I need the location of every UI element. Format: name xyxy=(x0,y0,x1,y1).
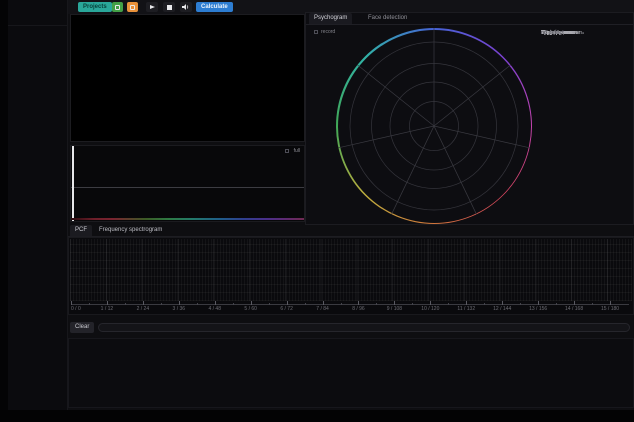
axis-tick-minor xyxy=(125,303,126,305)
axis-tick-label: 10 / 120 xyxy=(421,306,439,312)
axis-tick-label: 6 / 72 xyxy=(280,306,293,312)
playhead-cursor[interactable] xyxy=(72,146,74,221)
axis-tick xyxy=(394,301,395,305)
axis-tick xyxy=(502,301,503,305)
tab-psychogram[interactable]: Psychogram xyxy=(309,13,352,24)
volume-button[interactable] xyxy=(180,2,192,12)
axis-tick xyxy=(107,301,108,305)
spectrogram-panel: 0 / 0 1 / 12 2 / 24 3 / 36 4 / 48 5 / 60 6 / 7… xyxy=(68,237,634,315)
full-checkbox-label: full xyxy=(294,148,300,154)
stop-icon xyxy=(167,5,172,10)
spectrogram-tabs: PCF Frequency spectrogram xyxy=(68,225,634,237)
sidebar-divider xyxy=(8,25,67,26)
calculate-button[interactable]: Calculate xyxy=(196,2,233,12)
orange-tool-button[interactable] xyxy=(127,2,138,12)
axis-tick-label: 14 / 168 xyxy=(565,306,583,312)
axis-tick-label: 1 / 12 xyxy=(101,306,114,312)
axis-tick-label: 15 / 180 xyxy=(601,306,619,312)
axis-tick-label: 9 / 108 xyxy=(387,306,402,312)
waveform-panel[interactable]: full xyxy=(70,145,305,222)
axis-tick-minor xyxy=(233,303,234,305)
full-checkbox[interactable] xyxy=(285,149,289,153)
left-sidebar xyxy=(8,0,68,410)
axis-tick-minor xyxy=(376,303,377,305)
axis-tick-label: 12 / 144 xyxy=(493,306,511,312)
volume-icon xyxy=(182,4,190,10)
projects-button[interactable]: Projects xyxy=(78,2,112,12)
emotion-value: no detect xyxy=(541,30,564,37)
axis-tick-label: 7 / 84 xyxy=(316,306,329,312)
axis-tick-label: 4 / 48 xyxy=(208,306,221,312)
axis-tick-minor xyxy=(412,303,413,305)
waveform-color-strip xyxy=(71,218,304,221)
tab-underline xyxy=(306,24,633,25)
axis-tick xyxy=(287,301,288,305)
clear-section: Clear xyxy=(68,322,634,334)
play-icon xyxy=(150,5,155,9)
axis-tick-label: 0 / 0 xyxy=(71,306,81,312)
axis-tick-minor xyxy=(305,303,306,305)
record-checkbox-label: record xyxy=(321,29,335,35)
clear-button[interactable]: Clear xyxy=(70,322,94,333)
ruler-line xyxy=(71,304,629,305)
axis-tick-label: 13 / 156 xyxy=(529,306,547,312)
lower-empty-panel xyxy=(68,338,634,408)
axis-tick-minor xyxy=(269,303,270,305)
record-checkbox[interactable] xyxy=(314,30,318,34)
axis-tick xyxy=(71,301,72,305)
status-bar xyxy=(0,410,634,422)
axis-tick xyxy=(143,301,144,305)
axis-tick-minor xyxy=(161,303,162,305)
video-preview xyxy=(70,14,305,142)
waveform-zero-line xyxy=(71,187,304,188)
axis-tick xyxy=(215,301,216,305)
axis-tick-minor xyxy=(592,303,593,305)
axis-tick xyxy=(610,301,611,305)
spectrogram-grid xyxy=(70,239,632,301)
axis-tick-minor xyxy=(448,303,449,305)
tab-frequency-spectrogram[interactable]: Frequency spectrogram xyxy=(94,225,167,236)
axis-tick xyxy=(358,301,359,305)
axis-tick-minor xyxy=(556,303,557,305)
tab-face-detection[interactable]: Face detection xyxy=(363,13,412,24)
app-window: Projects Calculate full Psychog xyxy=(0,0,634,422)
orange-tool-icon xyxy=(130,5,135,10)
axis-tick xyxy=(179,301,180,305)
spectrogram-ruler: 0 / 0 1 / 12 2 / 24 3 / 36 4 / 48 5 / 60 6 / 7… xyxy=(71,298,610,315)
axis-tick-minor xyxy=(89,303,90,305)
green-tool-icon xyxy=(115,5,120,10)
play-button[interactable] xyxy=(146,2,158,12)
axis-tick xyxy=(574,301,575,305)
green-tool-button[interactable] xyxy=(112,2,123,12)
axis-tick xyxy=(466,301,467,305)
axis-tick xyxy=(251,301,252,305)
axis-tick xyxy=(538,301,539,305)
clear-track-bar[interactable] xyxy=(98,323,630,332)
left-edge-strip xyxy=(0,0,8,422)
axis-tick xyxy=(323,301,324,305)
axis-tick xyxy=(430,301,431,305)
axis-tick-minor xyxy=(520,303,521,305)
psychogram-grid xyxy=(336,28,532,224)
axis-tick-label: 3 / 36 xyxy=(173,306,186,312)
axis-tick-minor xyxy=(484,303,485,305)
axis-tick-minor xyxy=(197,303,198,305)
axis-tick-label: 2 / 24 xyxy=(137,306,150,312)
stop-button[interactable] xyxy=(163,2,175,12)
axis-tick-minor xyxy=(341,303,342,305)
axis-tick-label: 5 / 60 xyxy=(244,306,257,312)
tab-pcf[interactable]: PCF xyxy=(70,225,92,236)
axis-tick-label: 8 / 96 xyxy=(352,306,365,312)
axis-tick-label: 11 / 132 xyxy=(457,306,475,312)
psychogram-panel: Psychogram Face detection record xyxy=(305,12,634,225)
